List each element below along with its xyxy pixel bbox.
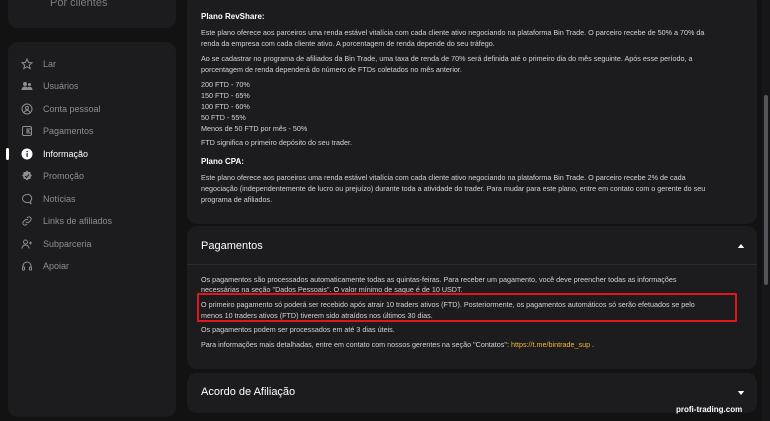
link-icon bbox=[21, 215, 33, 227]
sidebar-item-apoiar[interactable]: Apoiar bbox=[8, 256, 176, 276]
pagamentos-accordion: Pagamentos Os pagamentos são processados… bbox=[187, 226, 757, 369]
watermark: profi-trading.com bbox=[676, 405, 743, 414]
plans-card: Plano RevShare: Este plano oferece aos p… bbox=[187, 0, 757, 224]
star-icon bbox=[21, 58, 33, 70]
sidebar-top-card: Por clientes bbox=[8, 0, 176, 28]
sidebar-nav: Lar Usuários Conta pessoal Pagamentos In… bbox=[6, 42, 176, 417]
sidebar-item-informacao[interactable]: Informação bbox=[6, 144, 176, 164]
revshare-text: renda da empresa com cada cliente ativo.… bbox=[201, 39, 495, 48]
divider bbox=[187, 264, 757, 265]
sidebar-item-links-de-afiliados[interactable]: Links de afiliados bbox=[8, 211, 176, 231]
tier-item: 200 FTD - 70% bbox=[201, 80, 250, 89]
pagamentos-title: Pagamentos bbox=[201, 240, 263, 252]
headset-icon bbox=[21, 260, 33, 272]
sidebar-item-label: Links de afiliados bbox=[43, 216, 113, 226]
scrollbar-thumb[interactable] bbox=[764, 95, 768, 285]
pagamentos-header[interactable]: Pagamentos bbox=[187, 226, 757, 264]
sidebar-item-conta-pessoal[interactable]: Conta pessoal bbox=[8, 99, 176, 119]
sidebar-item-noticias[interactable]: Notícias bbox=[8, 189, 176, 209]
sidebar-item-label: Informação bbox=[43, 149, 89, 159]
wallet-icon bbox=[21, 125, 33, 137]
sidebar-item-lar[interactable]: Lar bbox=[8, 54, 176, 74]
sidebar-item-label: Usuários bbox=[43, 81, 79, 91]
cpa-text: Este plano oferece aos parceiros uma ren… bbox=[201, 173, 686, 182]
account-icon bbox=[21, 103, 33, 115]
sidebar-item-usuarios[interactable]: Usuários bbox=[8, 76, 176, 96]
sidebar-item-label: Subparceria bbox=[43, 239, 92, 249]
tier-item: Menos de 50 FTD por mês - 50% bbox=[201, 124, 308, 133]
acordo-accordion[interactable]: Acordo de Afiliação bbox=[187, 373, 757, 413]
chat-icon bbox=[21, 193, 33, 205]
info-icon bbox=[21, 148, 33, 160]
highlight-text: O primeiro pagamento só poderá ser receb… bbox=[201, 300, 695, 309]
revshare-text: Este plano oferece aos parceiros uma ren… bbox=[201, 28, 705, 37]
cpa-text: programa de afiliados. bbox=[201, 195, 273, 204]
chevron-down-icon bbox=[737, 391, 745, 395]
contacts-text: Para informações mais detalhadas, entre … bbox=[201, 339, 594, 350]
contacts-prefix: Para informações mais detalhadas, entre … bbox=[201, 340, 511, 349]
sidebar-item-subparceria[interactable]: Subparceria bbox=[8, 234, 176, 254]
sidebar-item-label: Lar bbox=[43, 59, 57, 69]
user-plus-icon bbox=[21, 238, 33, 250]
revshare-text: Ao se cadastrar no programa de afiliados… bbox=[201, 54, 693, 63]
contacts-suffix: . bbox=[590, 340, 595, 349]
sidebar-item-promocao[interactable]: Promoção bbox=[8, 166, 176, 186]
sidebar-item-label: Notícias bbox=[43, 194, 76, 204]
tier-item: 100 FTD - 60% bbox=[201, 102, 250, 111]
active-marker bbox=[6, 148, 9, 160]
sidebar-item-label: Pagamentos bbox=[43, 126, 94, 136]
sidebar-top-label[interactable]: Por clientes bbox=[50, 0, 107, 9]
tier-item: 50 FTD - 55% bbox=[201, 113, 246, 122]
badge-icon bbox=[21, 170, 33, 182]
revshare-title: Plano RevShare: bbox=[201, 12, 265, 21]
pagamentos-text: Os pagamentos podem ser processados em a… bbox=[201, 325, 395, 334]
cpa-title: Plano CPA: bbox=[201, 157, 244, 166]
cpa-text: negociação (independentemente de lucro o… bbox=[201, 184, 706, 193]
sidebar-item-label: Conta pessoal bbox=[43, 104, 101, 114]
ftd-note: FTD significa o primeiro depósito do seu… bbox=[201, 138, 353, 147]
revshare-text: porcentagem de renda dependerá do número… bbox=[201, 65, 462, 74]
sidebar-item-label: Apoiar bbox=[43, 261, 70, 271]
sidebar-item-pagamentos[interactable]: Pagamentos bbox=[8, 121, 176, 141]
chevron-up-icon bbox=[737, 244, 745, 248]
telegram-link[interactable]: https://t.me/bintrade_sup bbox=[511, 340, 590, 349]
tier-item: 150 FTD - 65% bbox=[201, 91, 250, 100]
sidebar-item-label: Promoção bbox=[43, 171, 85, 181]
users-icon bbox=[21, 80, 33, 92]
highlight-text: menos 10 traders ativos (FTD) tiverem si… bbox=[201, 311, 433, 320]
acordo-title: Acordo de Afiliação bbox=[201, 386, 296, 398]
